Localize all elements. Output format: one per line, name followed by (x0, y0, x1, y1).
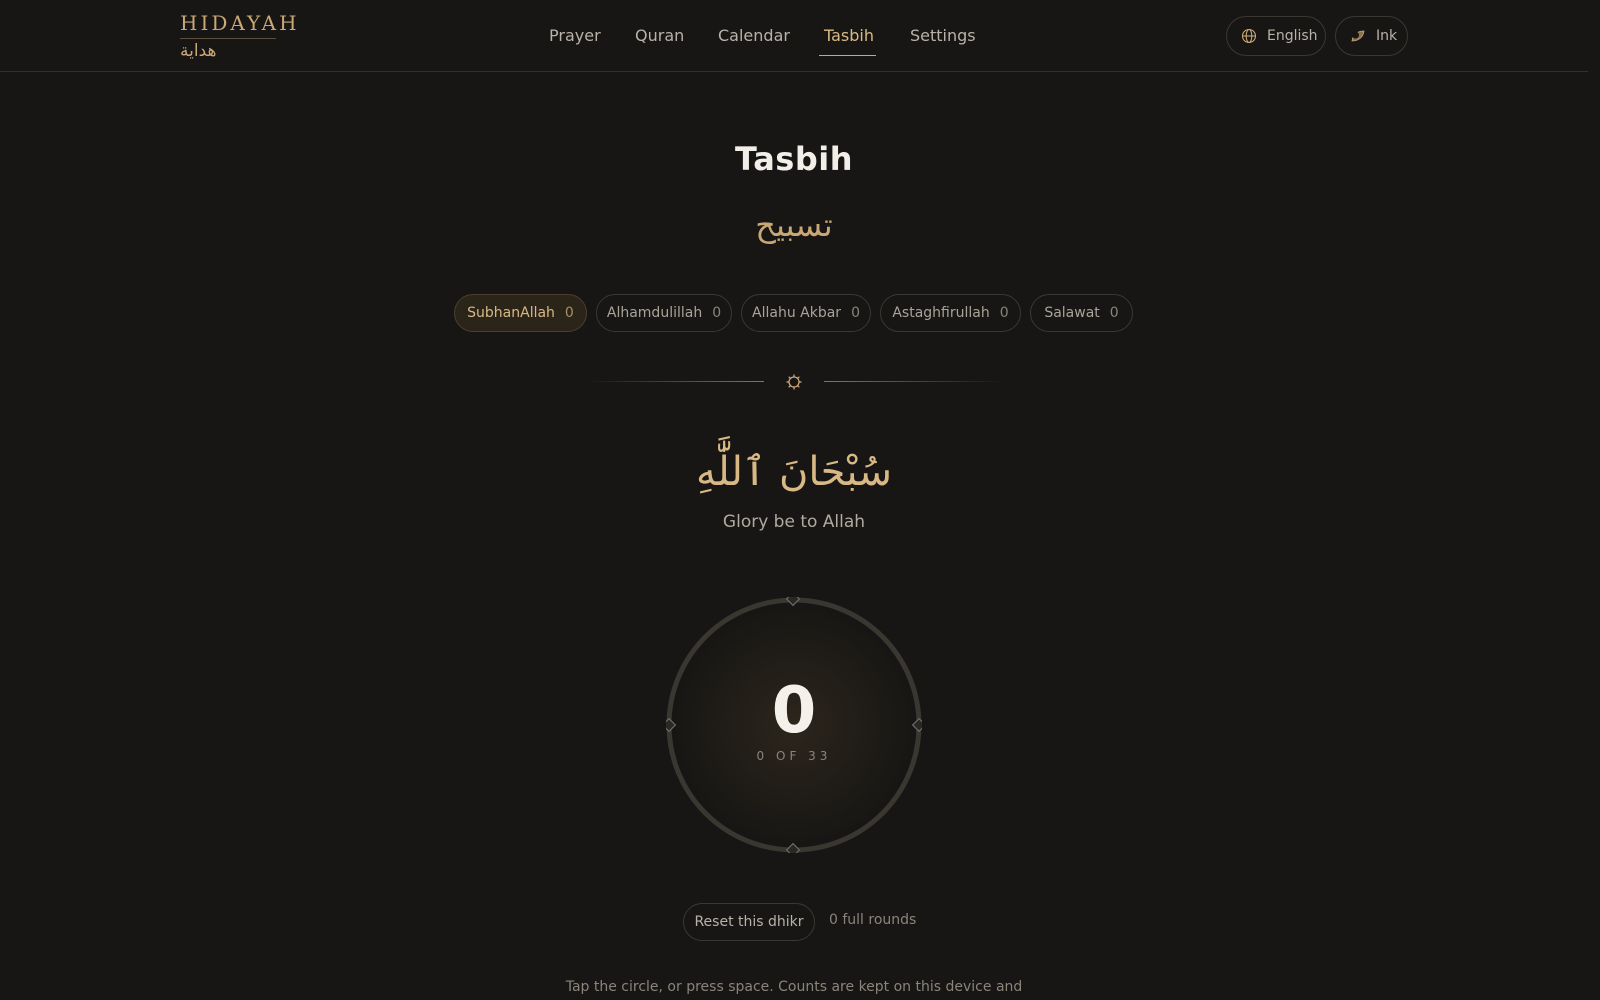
divider-line-right (824, 381, 1004, 382)
nav-quran[interactable]: Quran (635, 24, 684, 48)
dhikr-chip-count: 0 (851, 305, 860, 321)
dhikr-chip-astaghfirullah[interactable]: Astaghfirullah 0 (880, 294, 1021, 332)
dhikr-chip-salawat[interactable]: Salawat 0 (1030, 294, 1133, 332)
dhikr-chip-label: Astaghfirullah (892, 305, 990, 321)
nav-tasbih[interactable]: Tasbih (824, 24, 874, 48)
app-page: HIDAYAH هداية Prayer Quran Calendar Tasb… (0, 0, 1600, 1000)
language-button[interactable]: English (1226, 16, 1326, 56)
count-progress-text: 0 OF 33 (756, 749, 832, 763)
dhikr-translation: Glory be to Allah (722, 512, 866, 532)
divider-line-left (584, 381, 764, 382)
top-bar: HIDAYAH هداية Prayer Quran Calendar Tasb… (0, 0, 1588, 72)
dhikr-chip-subhanallah[interactable]: SubhanAllah 0 (454, 294, 587, 332)
language-label: English (1267, 28, 1318, 44)
dhikr-chip-label: Allahu Akbar (752, 305, 842, 321)
dhikr-chip-label: SubhanAllah (467, 305, 555, 321)
instructions-text: Tap the circle, or press space. Counts a… (565, 979, 1023, 995)
dhikr-chip-label: Alhamdulillah (606, 305, 703, 321)
page-title-arabic: تسبيح (755, 206, 833, 244)
star-ornament-icon (785, 373, 803, 391)
full-rounds-text: 0 full rounds (829, 912, 917, 928)
dhikr-chip-count: 0 (712, 305, 722, 321)
counter-circle[interactable]: 0 0 OF 33 (666, 597, 922, 853)
reset-dhikr-button[interactable]: Reset this dhikr (683, 903, 815, 941)
theme-button[interactable]: Ink (1335, 16, 1408, 56)
dhikr-chip-label: Salawat (1044, 305, 1100, 321)
globe-icon (1241, 28, 1257, 44)
dhikr-selector: SubhanAllah 0 Alhamdulillah 0 Allahu Akb… (0, 294, 1588, 332)
nav-calendar[interactable]: Calendar (718, 24, 790, 48)
theme-label: Ink (1376, 28, 1398, 44)
active-tab-indicator (819, 55, 876, 56)
dhikr-chip-alhamdulillah[interactable]: Alhamdulillah 0 (596, 294, 732, 332)
nav-settings[interactable]: Settings (910, 24, 976, 48)
nav-prayer[interactable]: Prayer (549, 24, 601, 48)
dhikr-chip-count: 0 (564, 305, 574, 321)
count-value: 0 (771, 674, 817, 748)
page-title: Tasbih (735, 140, 853, 178)
leaf-icon (1350, 28, 1366, 44)
dhikr-arabic-text: سُبْحَانَ ٱللَّٰهِ (696, 449, 892, 495)
dhikr-chip-count: 0 (999, 305, 1009, 321)
dhikr-chip-count: 0 (1109, 305, 1119, 321)
dhikr-chip-allahu-akbar[interactable]: Allahu Akbar 0 (741, 294, 871, 332)
ornament-divider (584, 372, 1004, 392)
